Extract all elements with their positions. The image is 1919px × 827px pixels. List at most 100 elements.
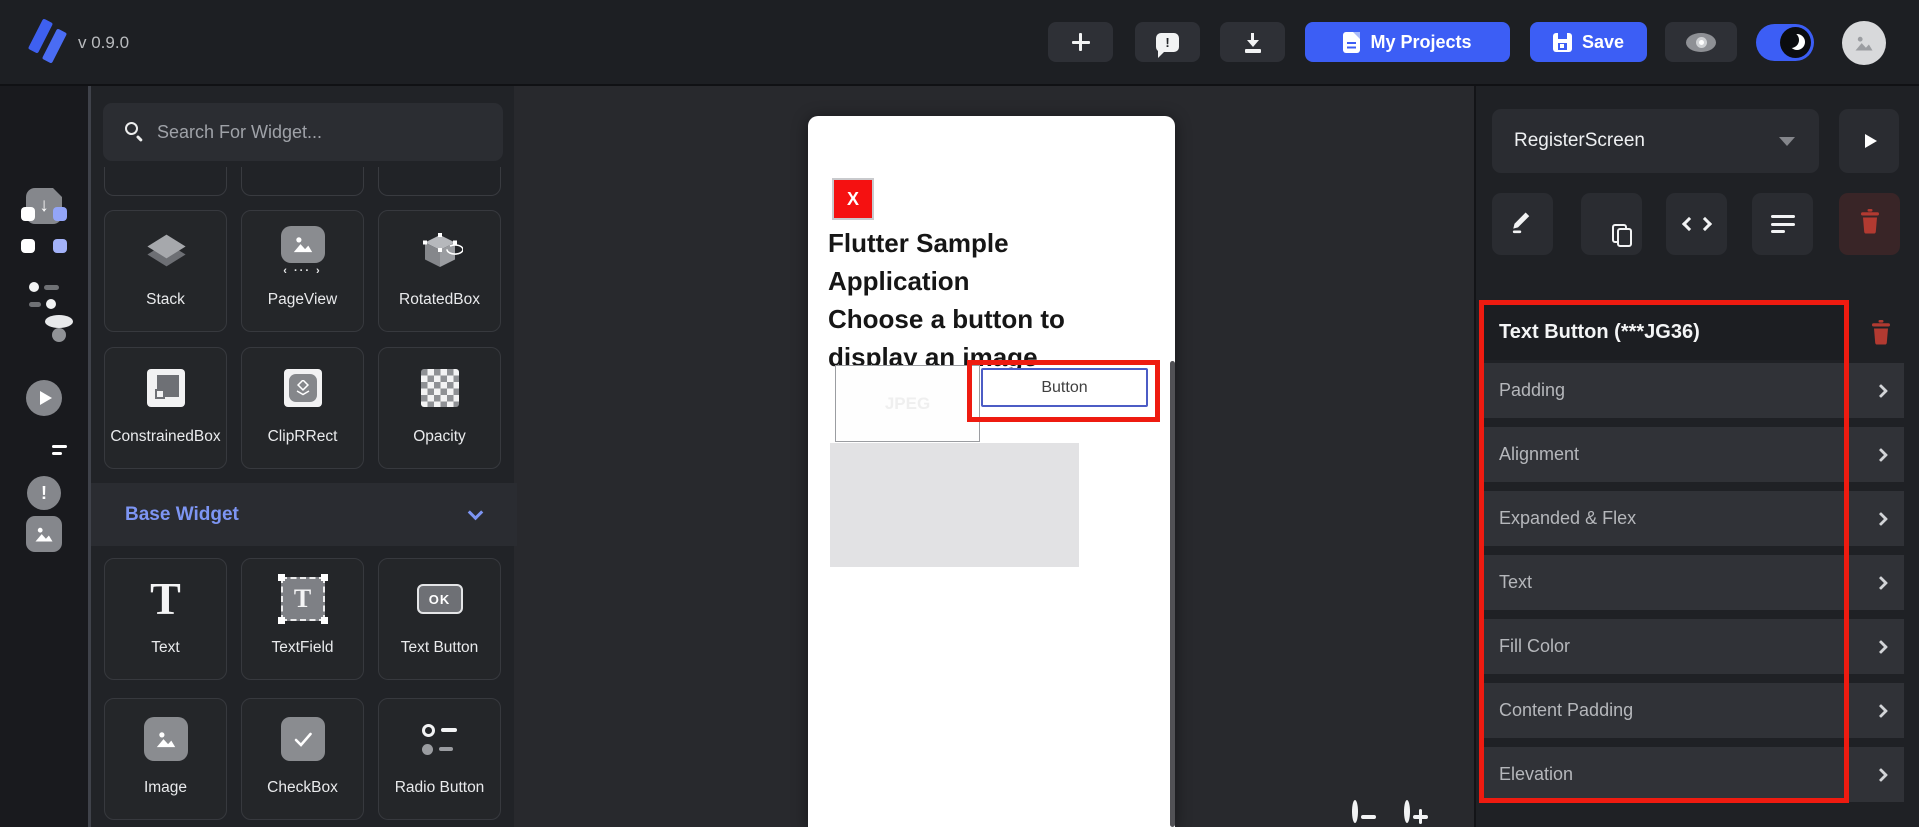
text-icon: T: [150, 573, 181, 624]
property-row-alignment[interactable]: Alignment: [1483, 427, 1904, 482]
play-icon: [1864, 134, 1877, 148]
widget-label: TextField: [271, 639, 334, 656]
widget-card-partial[interactable]: [104, 167, 227, 196]
app-logo: [27, 17, 68, 67]
widget-card-cliprrect[interactable]: ClipRRect: [241, 347, 364, 469]
rail-item-sliders[interactable]: [0, 282, 88, 309]
chevron-right-icon: [1873, 767, 1889, 782]
pageview-icon: ‹ ··· ›: [280, 211, 325, 291]
preview-button[interactable]: [1665, 22, 1737, 62]
selected-widget-title: Text Button (***JG36): [1499, 320, 1700, 343]
avatar[interactable]: [1842, 21, 1886, 65]
widget-card-text-button[interactable]: OK Text Button: [378, 558, 501, 680]
widget-card-textfield[interactable]: T TextField: [241, 558, 364, 680]
close-badge[interactable]: X: [832, 178, 874, 220]
textbutton-icon: OK: [416, 559, 463, 639]
property-row-padding[interactable]: Padding: [1483, 363, 1904, 418]
rail-item-play-circle[interactable]: [0, 380, 88, 416]
chevron-right-icon: [1873, 383, 1889, 398]
selected-widget-header: Text Button (***JG36): [1483, 304, 1845, 360]
widget-card-radio-button[interactable]: Radio Button: [378, 698, 501, 820]
version-label: v 0.9.0: [78, 33, 130, 52]
rail-item-download-file[interactable]: ↓: [0, 188, 88, 224]
properties-panel: RegisterScreen Text Button (***JG36) Pad…: [1474, 86, 1919, 827]
property-row-expanded-flex[interactable]: Expanded & Flex: [1483, 491, 1904, 546]
widget-label: CheckBox: [267, 779, 338, 796]
widget-card-text[interactable]: T Text: [104, 558, 227, 680]
chevron-right-icon: [1873, 447, 1889, 462]
property-row-elevation[interactable]: Elevation: [1483, 747, 1904, 802]
sliders-icon: [29, 282, 59, 309]
text-button-widget[interactable]: Button: [981, 368, 1148, 407]
opacity-icon: [420, 348, 459, 428]
widget-label: Stack: [146, 291, 185, 308]
trash-button[interactable]: [1839, 193, 1900, 255]
rail-item-image[interactable]: [0, 516, 88, 552]
zoom-out-button[interactable]: [1352, 800, 1376, 823]
app-heading[interactable]: Flutter Sample Application Choose a button…: [828, 224, 1168, 376]
heading-line: Choose a button to: [828, 304, 1065, 334]
pencil-button[interactable]: [1492, 193, 1553, 255]
phone-preview[interactable]: X Flutter Sample Application Choose a butt…: [808, 116, 1175, 827]
widget-label: Text Button: [400, 639, 479, 656]
constrainedbox-icon: [146, 348, 185, 428]
left-rail: ↓!: [0, 86, 88, 827]
download-button[interactable]: [1220, 22, 1285, 62]
copy-button[interactable]: [1581, 193, 1642, 255]
widget-card-image[interactable]: Image: [104, 698, 227, 820]
save-label: Save: [1581, 31, 1625, 52]
widget-card-partial[interactable]: [378, 167, 501, 196]
plus-icon: [1071, 33, 1090, 51]
widget-card-constrainedbox[interactable]: ConstrainedBox: [104, 347, 227, 469]
chevron-down-icon: [467, 504, 484, 520]
jpeg-placeholder-box[interactable]: JPEG: [835, 365, 980, 442]
widget-search[interactable]: [103, 103, 503, 161]
gray-placeholder-box[interactable]: [830, 443, 1079, 567]
widget-panel: Stack ‹ ··· ›PageView RotatedBox Constraine…: [88, 86, 517, 827]
design-canvas: X Flutter Sample Application Choose a butt…: [514, 86, 1474, 827]
widget-card-checkbox[interactable]: CheckBox: [241, 698, 364, 820]
run-button[interactable]: [1839, 109, 1899, 173]
feedback-button[interactable]: !: [1135, 22, 1200, 62]
widget-card-stack[interactable]: Stack: [104, 210, 227, 332]
align-icon: [1770, 215, 1795, 233]
moon-icon: [1780, 27, 1811, 58]
chevron-right-icon: [1873, 639, 1889, 654]
search-input[interactable]: [157, 121, 487, 143]
save-button[interactable]: Save: [1530, 22, 1647, 62]
code-icon: [1681, 216, 1712, 232]
zoom-out-icon: [1352, 800, 1376, 823]
chevron-right-icon: [1873, 511, 1889, 526]
heading-line: Flutter Sample: [828, 228, 1009, 258]
my-projects-button[interactable]: My Projects: [1305, 22, 1510, 62]
trash-icon: [1872, 319, 1890, 345]
widget-card-partial[interactable]: [241, 167, 364, 196]
widget-card-opacity[interactable]: Opacity: [378, 347, 501, 469]
play-circle-icon: [26, 380, 62, 416]
property-row-content-padding[interactable]: Content Padding: [1483, 683, 1904, 738]
property-row-fill-color[interactable]: Fill Color: [1483, 619, 1904, 674]
new-project-button[interactable]: [1048, 22, 1113, 62]
dark-mode-toggle[interactable]: [1756, 24, 1814, 61]
widget-card-rotatedbox[interactable]: RotatedBox: [378, 210, 501, 332]
phone-scrollbar[interactable]: [1170, 361, 1175, 827]
delete-widget-button[interactable]: [1864, 314, 1898, 350]
code-button[interactable]: [1666, 193, 1727, 255]
radiobutton-icon: [422, 699, 457, 779]
base-widget-section-header[interactable]: Base Widget: [91, 483, 517, 546]
zoom-in-button[interactable]: [1404, 800, 1428, 825]
image-icon: [143, 699, 188, 779]
eye-icon: [1686, 32, 1716, 52]
property-label: Content Padding: [1499, 700, 1634, 720]
rail-item-alert[interactable]: !: [0, 476, 88, 510]
heading-line: Application: [828, 266, 970, 296]
align-button[interactable]: [1752, 193, 1813, 255]
trash-icon: [1858, 208, 1882, 240]
widget-card-pageview[interactable]: ‹ ··· › PageView: [241, 210, 364, 332]
screen-selector-dropdown[interactable]: RegisterScreen: [1492, 109, 1819, 173]
widget-label: Text: [151, 639, 180, 656]
chevron-right-icon: [1873, 575, 1889, 590]
property-row-text[interactable]: Text: [1483, 555, 1904, 610]
screen-name: RegisterScreen: [1514, 130, 1645, 151]
document-icon: [1343, 31, 1361, 53]
